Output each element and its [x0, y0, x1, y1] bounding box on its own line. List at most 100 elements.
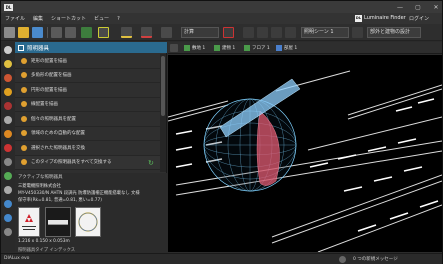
- menu-item-line[interactable]: 線配置を描画: [15, 98, 160, 112]
- luminaire-photo-icon: [48, 220, 68, 225]
- tab-floor[interactable]: フロア 1: [244, 44, 270, 52]
- calc-options-icon[interactable]: [223, 27, 234, 38]
- scene-settings-icon[interactable]: [352, 27, 363, 38]
- active-luminaire-title: アクティブな照明器具: [18, 175, 63, 180]
- settings-gear-icon[interactable]: [285, 27, 296, 38]
- 3d-viewport[interactable]: [168, 55, 442, 252]
- viewport-breadcrumb: 敷地 1 建物 1 フロア 1 部屋 1: [168, 42, 442, 54]
- pointer-icon[interactable]: [4, 46, 12, 54]
- app-logo-icon: DL: [4, 3, 13, 11]
- menu-help[interactable]: ?: [117, 16, 120, 22]
- manufacturer-name: 三菱電機照明株式会社: [18, 184, 61, 189]
- menu-shortcut[interactable]: ショートカット: [51, 15, 86, 22]
- menu-item-rect[interactable]: 矩形の配置を描画: [15, 54, 160, 69]
- polygon-arrangement-icon: [21, 72, 27, 79]
- message-count[interactable]: 0 つの新規メッセージ: [353, 256, 398, 262]
- window-object-icon[interactable]: [4, 144, 12, 152]
- circle-arrangement-icon: [21, 86, 27, 93]
- info-icon[interactable]: [4, 200, 12, 208]
- building-edit-icon[interactable]: [98, 27, 109, 38]
- camera-icon[interactable]: [4, 158, 12, 166]
- view-plan-icon[interactable]: [257, 27, 268, 38]
- luminaire-header-icon: [18, 44, 24, 51]
- close-button[interactable]: ✕: [432, 4, 440, 11]
- menu-item-replace-all[interactable]: このタイプの照明器具をすべて交換する: [15, 155, 160, 170]
- rect-arrangement-icon: [21, 57, 27, 64]
- menu-view[interactable]: ビュー: [94, 15, 109, 22]
- room-icon: [276, 45, 282, 51]
- maximize-button[interactable]: ▢: [414, 4, 422, 11]
- building-icon: [214, 45, 220, 51]
- menu-bar: ファイル 編集 ショートカット ビュー ? DL Luminaire Finde…: [1, 13, 442, 24]
- light-distribution-image: [75, 207, 101, 237]
- menu-item-replace-selected[interactable]: 選択された照明器具を交換: [15, 141, 160, 156]
- notification-icon[interactable]: [339, 256, 346, 263]
- save-icon[interactable]: [32, 27, 43, 38]
- luminaire-list-icon[interactable]: [4, 172, 12, 180]
- menu-edit[interactable]: 編集: [33, 15, 43, 22]
- floor-icon: [244, 45, 250, 51]
- window-controls: — ▢ ✕: [396, 1, 440, 13]
- luminaire-panel: 照明器具 矩形の配置を描画 多角形の配置を描画 円形の配置を描画 線配置を描画 …: [1, 42, 167, 253]
- view-3d-icon[interactable]: [243, 27, 254, 38]
- calc-object-icon[interactable]: [4, 130, 12, 138]
- tab-room[interactable]: 部屋 1: [276, 44, 297, 52]
- replace-selected-icon: [21, 144, 27, 151]
- light-scene-dropdown[interactable]: 照明シーン 1: [301, 27, 349, 38]
- app-window: DL — ▢ ✕ ファイル 編集 ショートカット ビュー ? DL Lumina…: [0, 0, 443, 264]
- polar-diagram-icon: [78, 212, 98, 232]
- menu-item-polygon[interactable]: 多角形の配置を描画: [15, 69, 160, 83]
- menu-item-auto[interactable]: 領域のための自動的な配置: [15, 127, 160, 141]
- tab-site[interactable]: 敷地 1: [184, 44, 205, 52]
- menu-grid-icon[interactable]: [4, 27, 15, 38]
- open-folder-icon[interactable]: [18, 27, 29, 38]
- light-scene-icon[interactable]: [141, 27, 152, 38]
- measure-icon[interactable]: [4, 116, 12, 124]
- export-icon[interactable]: [4, 214, 12, 222]
- import-icon[interactable]: [81, 27, 92, 38]
- replace-all-icon: [21, 159, 27, 166]
- main-toolbar: 計算 照明シーン 1 部外と建物の設計: [1, 24, 442, 41]
- object-icon[interactable]: [4, 74, 12, 82]
- placement-menu: 矩形の配置を描画 多角形の配置を描画 円形の配置を描画 線配置を描画 個々の照明…: [15, 54, 160, 170]
- material-icon[interactable]: [4, 102, 12, 110]
- maintenance-factor: 保守率(Rk=0.81, 普通=0.81, 悪い=0.77): [18, 198, 102, 203]
- login-button[interactable]: ログイン: [409, 15, 429, 22]
- site-icon: [184, 45, 190, 51]
- help-icon[interactable]: [4, 228, 12, 236]
- menu-item-circle[interactable]: 円形の配置を描画: [15, 83, 160, 98]
- manufacturer-logo: [18, 207, 40, 237]
- luminaire-finder-icon[interactable]: DL: [355, 15, 362, 22]
- design-dropdown[interactable]: 部外と建物の設計: [367, 27, 421, 38]
- menu-file[interactable]: ファイル: [5, 15, 25, 22]
- title-bar: DL — ▢ ✕: [1, 1, 442, 13]
- tools-icon[interactable]: [4, 186, 12, 194]
- light-distribution-sphere[interactable]: [203, 78, 301, 192]
- undo-icon[interactable]: [51, 27, 62, 38]
- scrollbar-thumb[interactable]: [161, 56, 165, 116]
- view-toggle-icon[interactable]: [170, 44, 178, 52]
- luminaire-dimensions: 1.216 x 0.150 x 0.053m: [18, 239, 70, 244]
- luminaire-mode-icon[interactable]: [121, 27, 132, 38]
- sun-icon[interactable]: [4, 88, 12, 96]
- luminaire-product-image: [45, 207, 71, 237]
- mitsubishi-logo-icon: [22, 214, 36, 230]
- tab-building[interactable]: 建物 1: [214, 44, 235, 52]
- redo-icon[interactable]: [65, 27, 76, 38]
- documentation-icon[interactable]: [161, 27, 172, 38]
- panel-title: 照明器具: [27, 45, 50, 52]
- product-description: MY-V450330/N AHTN 段調光 防爆防護柵正機能搭載なし 文様: [18, 191, 140, 196]
- refresh-icon[interactable]: ↻: [148, 159, 154, 167]
- scene-canvas[interactable]: [168, 55, 442, 252]
- line-arrangement-icon: [21, 101, 27, 108]
- view-wire-icon[interactable]: [271, 27, 282, 38]
- panel-scrollbar[interactable]: [160, 54, 166, 172]
- auto-arrangement-icon: [21, 130, 27, 137]
- luminaire-finder-link[interactable]: Luminaire Finder: [364, 15, 406, 21]
- minimize-button[interactable]: —: [396, 4, 404, 11]
- toolbar-separator: [47, 27, 48, 38]
- menu-item-single[interactable]: 個々の照明器具を配置: [15, 112, 160, 127]
- bulb-icon[interactable]: [4, 60, 12, 68]
- single-luminaire-icon: [21, 115, 27, 122]
- calculate-button[interactable]: 計算: [181, 27, 219, 38]
